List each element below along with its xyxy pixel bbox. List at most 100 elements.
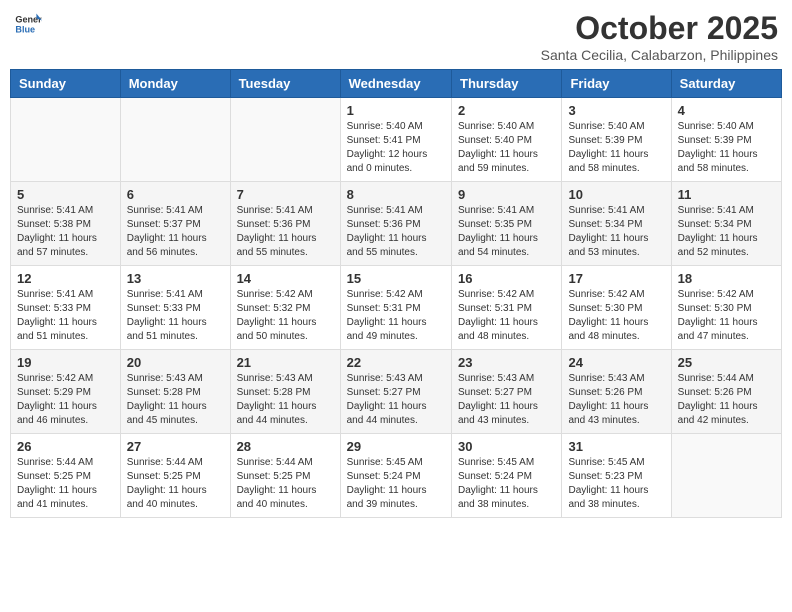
weekday-header-row: SundayMondayTuesdayWednesdayThursdayFrid… bbox=[11, 70, 782, 98]
weekday-header-monday: Monday bbox=[120, 70, 230, 98]
calendar-cell: 20Sunrise: 5:43 AM Sunset: 5:28 PM Dayli… bbox=[120, 350, 230, 434]
day-number: 2 bbox=[458, 103, 555, 118]
weekday-header-tuesday: Tuesday bbox=[230, 70, 340, 98]
logo: General Blue bbox=[14, 10, 42, 38]
day-number: 17 bbox=[568, 271, 664, 286]
calendar-cell: 16 Sunrise: 5:42 AM Sunset: 5:31 PM Dayli… bbox=[452, 266, 562, 350]
calendar-cell: 21Sunrise: 5:43 AM Sunset: 5:28 PM Dayli… bbox=[230, 350, 340, 434]
day-info: Sunrise: 5:44 AM Sunset: 5:26 PM Dayligh… bbox=[678, 372, 775, 428]
calendar-cell: 3 Sunrise: 5:40 AM Sunset: 5:39 PM Daylig… bbox=[562, 98, 671, 182]
calendar-cell bbox=[11, 98, 121, 182]
day-info: Sunrise: 5:42 AM Sunset: 5:31 PM Dayligh… bbox=[458, 288, 555, 344]
logo-icon: General Blue bbox=[14, 10, 42, 38]
day-number: 5 bbox=[17, 187, 114, 202]
day-info: Sunrise: 5:43 AM Sunset: 5:27 PM Dayligh… bbox=[347, 372, 445, 428]
calendar-cell: 8Sunrise: 5:41 AM Sunset: 5:36 PM Daylig… bbox=[340, 182, 451, 266]
calendar-cell: 22 Sunrise: 5:43 AM Sunset: 5:27 PM Dayli… bbox=[340, 350, 451, 434]
weekday-header-thursday: Thursday bbox=[452, 70, 562, 98]
calendar-week-row: 26 Sunrise: 5:44 AM Sunset: 5:25 PM Dayli… bbox=[11, 434, 782, 518]
calendar-cell: 15 Sunrise: 5:42 AM Sunset: 5:31 PM Dayli… bbox=[340, 266, 451, 350]
weekday-header-friday: Friday bbox=[562, 70, 671, 98]
day-number: 9 bbox=[458, 187, 555, 202]
calendar-cell: 7 Sunrise: 5:41 AM Sunset: 5:36 PM Daylig… bbox=[230, 182, 340, 266]
day-number: 19 bbox=[17, 355, 114, 370]
day-info: Sunrise: 5:43 AM Sunset: 5:26 PM Dayligh… bbox=[568, 372, 664, 428]
day-number: 8 bbox=[347, 187, 445, 202]
calendar-week-row: 12 Sunrise: 5:41 AM Sunset: 5:33 PM Dayli… bbox=[11, 266, 782, 350]
day-info: Sunrise: 5:41 AM Sunset: 5:37 PM Dayligh… bbox=[127, 204, 224, 260]
day-number: 13 bbox=[127, 271, 224, 286]
calendar-cell: 13Sunrise: 5:41 AM Sunset: 5:33 PM Dayli… bbox=[120, 266, 230, 350]
calendar-cell: 5 Sunrise: 5:41 AM Sunset: 5:38 PM Daylig… bbox=[11, 182, 121, 266]
weekday-header-sunday: Sunday bbox=[11, 70, 121, 98]
calendar-cell: 18 Sunrise: 5:42 AM Sunset: 5:30 PM Dayli… bbox=[671, 266, 781, 350]
day-number: 16 bbox=[458, 271, 555, 286]
calendar-cell: 4Sunrise: 5:40 AM Sunset: 5:39 PM Daylig… bbox=[671, 98, 781, 182]
calendar-cell: 12 Sunrise: 5:41 AM Sunset: 5:33 PM Dayli… bbox=[11, 266, 121, 350]
day-info: Sunrise: 5:40 AM Sunset: 5:39 PM Dayligh… bbox=[568, 120, 664, 176]
calendar-cell: 11 Sunrise: 5:41 AM Sunset: 5:34 PM Dayli… bbox=[671, 182, 781, 266]
calendar-cell: 23 Sunrise: 5:43 AM Sunset: 5:27 PM Dayli… bbox=[452, 350, 562, 434]
day-number: 22 bbox=[347, 355, 445, 370]
day-number: 4 bbox=[678, 103, 775, 118]
calendar-week-row: 1Sunrise: 5:40 AM Sunset: 5:41 PM Daylig… bbox=[11, 98, 782, 182]
day-number: 18 bbox=[678, 271, 775, 286]
day-number: 21 bbox=[237, 355, 334, 370]
day-info: Sunrise: 5:41 AM Sunset: 5:36 PM Dayligh… bbox=[237, 204, 334, 260]
calendar-cell: 26 Sunrise: 5:44 AM Sunset: 5:25 PM Dayli… bbox=[11, 434, 121, 518]
day-number: 3 bbox=[568, 103, 664, 118]
calendar-cell: 17 Sunrise: 5:42 AM Sunset: 5:30 PM Dayli… bbox=[562, 266, 671, 350]
day-number: 11 bbox=[678, 187, 775, 202]
day-info: Sunrise: 5:40 AM Sunset: 5:41 PM Dayligh… bbox=[347, 120, 445, 176]
calendar-cell: 29 Sunrise: 5:45 AM Sunset: 5:24 PM Dayli… bbox=[340, 434, 451, 518]
day-number: 12 bbox=[17, 271, 114, 286]
day-info: Sunrise: 5:44 AM Sunset: 5:25 PM Dayligh… bbox=[17, 456, 114, 512]
day-number: 10 bbox=[568, 187, 664, 202]
page-header: General Blue October 2025 Santa Cecilia,… bbox=[10, 10, 782, 63]
calendar-week-row: 5 Sunrise: 5:41 AM Sunset: 5:38 PM Daylig… bbox=[11, 182, 782, 266]
title-area: October 2025 Santa Cecilia, Calabarzon, … bbox=[541, 10, 778, 63]
day-number: 24 bbox=[568, 355, 664, 370]
day-info: Sunrise: 5:45 AM Sunset: 5:24 PM Dayligh… bbox=[347, 456, 445, 512]
day-number: 25 bbox=[678, 355, 775, 370]
day-info: Sunrise: 5:42 AM Sunset: 5:30 PM Dayligh… bbox=[678, 288, 775, 344]
day-info: Sunrise: 5:43 AM Sunset: 5:28 PM Dayligh… bbox=[127, 372, 224, 428]
day-number: 26 bbox=[17, 439, 114, 454]
calendar-cell: 9 Sunrise: 5:41 AM Sunset: 5:35 PM Daylig… bbox=[452, 182, 562, 266]
calendar-cell: 10 Sunrise: 5:41 AM Sunset: 5:34 PM Dayli… bbox=[562, 182, 671, 266]
calendar-table: SundayMondayTuesdayWednesdayThursdayFrid… bbox=[10, 69, 782, 518]
day-number: 6 bbox=[127, 187, 224, 202]
day-info: Sunrise: 5:42 AM Sunset: 5:30 PM Dayligh… bbox=[568, 288, 664, 344]
calendar-cell: 27 Sunrise: 5:44 AM Sunset: 5:25 PM Dayli… bbox=[120, 434, 230, 518]
day-number: 28 bbox=[237, 439, 334, 454]
day-number: 27 bbox=[127, 439, 224, 454]
day-number: 7 bbox=[237, 187, 334, 202]
day-info: Sunrise: 5:41 AM Sunset: 5:34 PM Dayligh… bbox=[568, 204, 664, 260]
day-info: Sunrise: 5:42 AM Sunset: 5:29 PM Dayligh… bbox=[17, 372, 114, 428]
weekday-header-wednesday: Wednesday bbox=[340, 70, 451, 98]
weekday-header-saturday: Saturday bbox=[671, 70, 781, 98]
day-info: Sunrise: 5:42 AM Sunset: 5:32 PM Dayligh… bbox=[237, 288, 334, 344]
day-info: Sunrise: 5:45 AM Sunset: 5:24 PM Dayligh… bbox=[458, 456, 555, 512]
calendar-cell: 19 Sunrise: 5:42 AM Sunset: 5:29 PM Dayli… bbox=[11, 350, 121, 434]
day-info: Sunrise: 5:44 AM Sunset: 5:25 PM Dayligh… bbox=[127, 456, 224, 512]
day-number: 29 bbox=[347, 439, 445, 454]
day-info: Sunrise: 5:44 AM Sunset: 5:25 PM Dayligh… bbox=[237, 456, 334, 512]
day-info: Sunrise: 5:42 AM Sunset: 5:31 PM Dayligh… bbox=[347, 288, 445, 344]
calendar-cell bbox=[671, 434, 781, 518]
calendar-cell: 30 Sunrise: 5:45 AM Sunset: 5:24 PM Dayli… bbox=[452, 434, 562, 518]
day-info: Sunrise: 5:41 AM Sunset: 5:35 PM Dayligh… bbox=[458, 204, 555, 260]
day-info: Sunrise: 5:41 AM Sunset: 5:34 PM Dayligh… bbox=[678, 204, 775, 260]
day-number: 15 bbox=[347, 271, 445, 286]
day-info: Sunrise: 5:43 AM Sunset: 5:27 PM Dayligh… bbox=[458, 372, 555, 428]
day-number: 30 bbox=[458, 439, 555, 454]
calendar-cell bbox=[230, 98, 340, 182]
day-info: Sunrise: 5:41 AM Sunset: 5:33 PM Dayligh… bbox=[17, 288, 114, 344]
calendar-cell: 28 Sunrise: 5:44 AM Sunset: 5:25 PM Dayli… bbox=[230, 434, 340, 518]
day-number: 23 bbox=[458, 355, 555, 370]
day-info: Sunrise: 5:45 AM Sunset: 5:23 PM Dayligh… bbox=[568, 456, 664, 512]
day-number: 14 bbox=[237, 271, 334, 286]
location: Santa Cecilia, Calabarzon, Philippines bbox=[541, 47, 778, 63]
day-info: Sunrise: 5:41 AM Sunset: 5:38 PM Dayligh… bbox=[17, 204, 114, 260]
calendar-week-row: 19 Sunrise: 5:42 AM Sunset: 5:29 PM Dayli… bbox=[11, 350, 782, 434]
